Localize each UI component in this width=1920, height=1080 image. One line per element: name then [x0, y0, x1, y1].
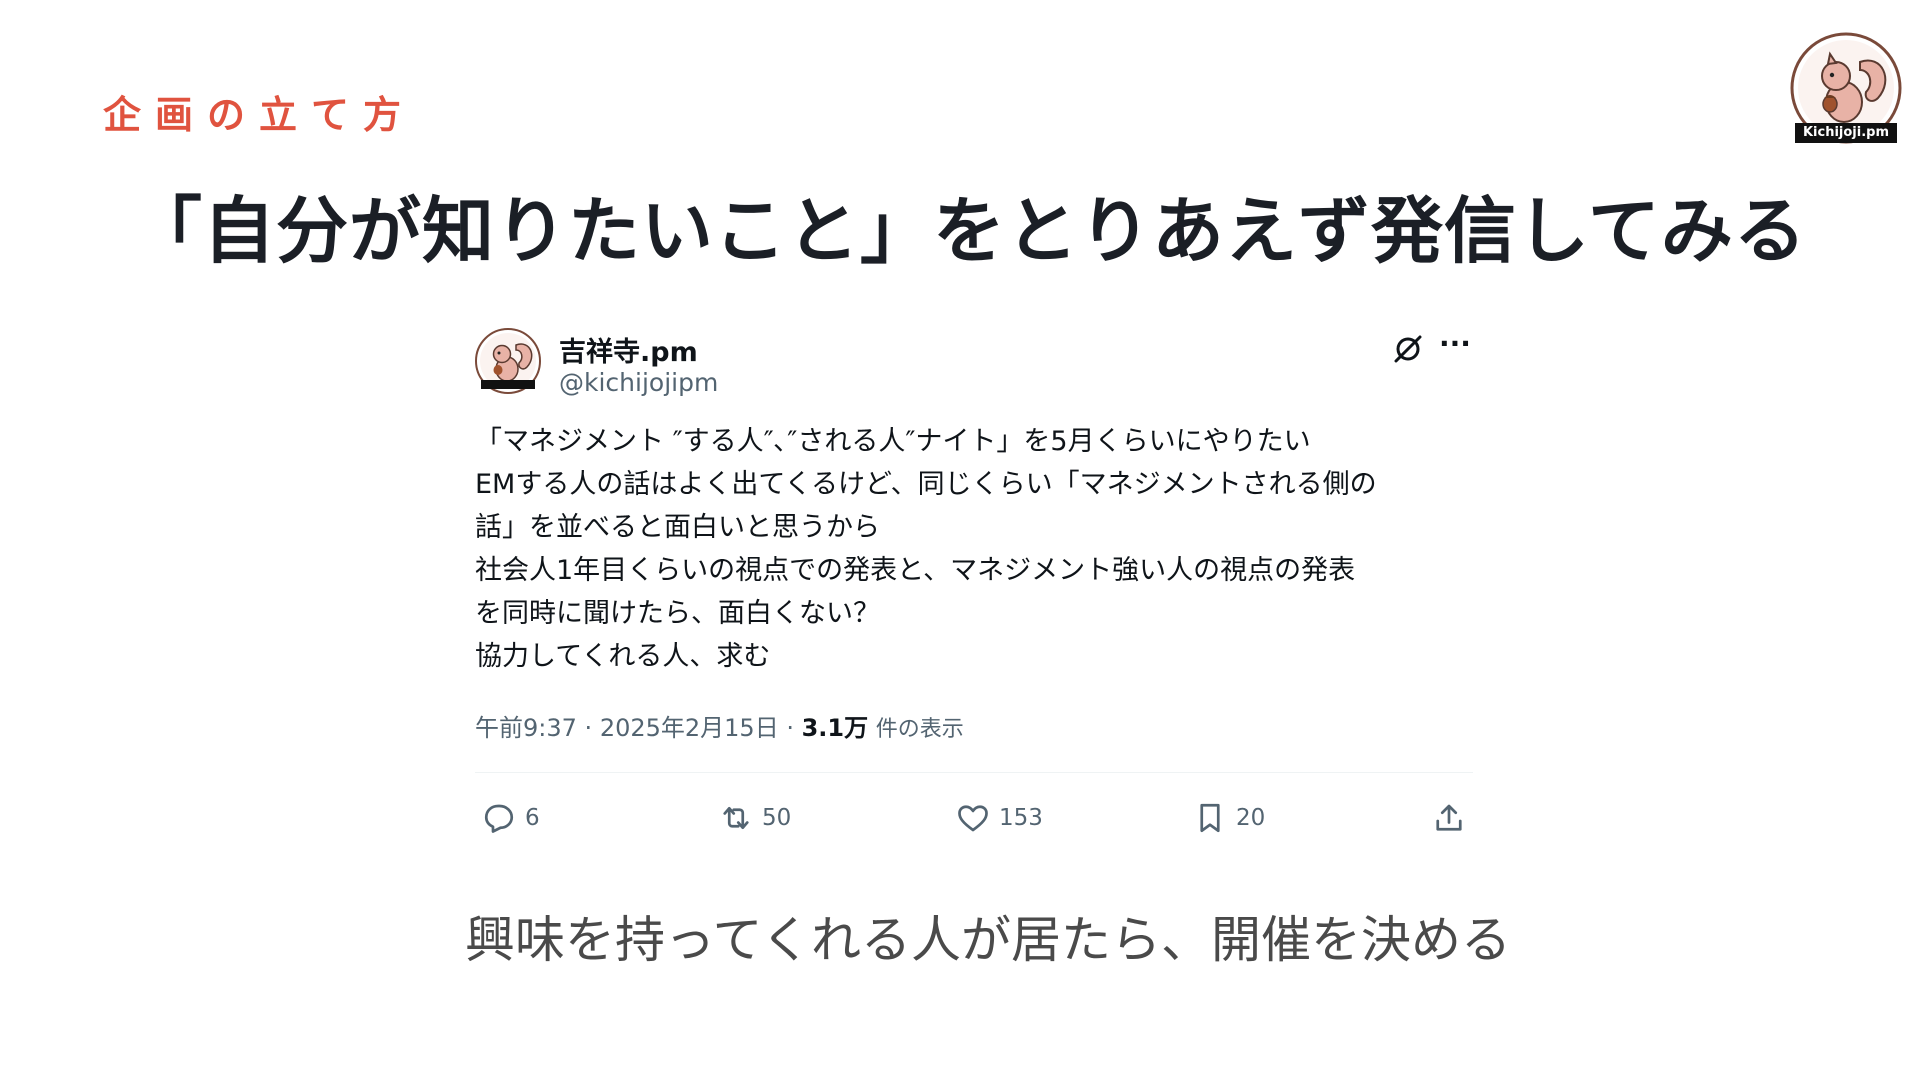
more-options-icon[interactable]: ···: [1439, 330, 1471, 364]
slide: 企画の立て方 Kichijoji.pm 「自分が知りたいこと」をとりあえず発信し…: [0, 0, 1920, 1080]
tweet-time[interactable]: 午前9:37: [475, 714, 577, 742]
views-count[interactable]: 3.1万: [802, 714, 869, 742]
share-icon: [1436, 804, 1462, 831]
tweet-card[interactable]: 吉祥寺.pm @kichijojipm ··· 「マネジメント ″する人″､″さ…: [475, 320, 1473, 850]
retweet-count: 50: [762, 805, 792, 831]
tweet-text-line: EMする人の話はよく出てくるけど、同じくらい「マネジメントされる側の: [475, 469, 1377, 500]
reply-count: 6: [525, 805, 540, 831]
like-count: 153: [999, 805, 1043, 831]
divider: [475, 772, 1473, 773]
logo-label: Kichijoji.pm: [1795, 123, 1897, 143]
page-title: 「自分が知りたいこと」をとりあえず発信してみる: [130, 189, 1807, 273]
bookmark-button[interactable]: 20: [1192, 796, 1265, 840]
heart-icon: [958, 805, 988, 832]
reply-icon: [484, 804, 514, 833]
tweet-handle[interactable]: @kichijojipm: [559, 368, 718, 397]
grok-icon[interactable]: [1390, 330, 1426, 366]
bookmark-icon: [1200, 803, 1220, 833]
squirrel-avatar-icon: [475, 328, 541, 394]
share-button[interactable]: [1431, 796, 1475, 840]
tweet-text-line: 協力してくれる人、求む: [475, 641, 771, 672]
tweet-text: 「マネジメント ″する人″､″される人″ナイト」を5月くらいにやりたい EMする…: [475, 420, 1475, 678]
retweet-button[interactable]: 50: [718, 796, 791, 840]
tweet-text-line: 話」を並べると面白いと思うから: [475, 512, 880, 543]
avatar[interactable]: [475, 328, 541, 394]
like-button[interactable]: 153: [955, 796, 1043, 840]
retweet-icon: [723, 806, 749, 830]
views-label[interactable]: 件の表示: [876, 717, 964, 742]
tweet-meta: 午前9:37 · 2025年2月15日 · 3.1万 件の表示: [475, 708, 964, 743]
tweet-text-line: 社会人1年目くらいの視点での発表と、マネジメント強い人の視点の発表: [475, 555, 1356, 586]
tweet-text-line: を同時に聞けたら、面白くない？: [475, 598, 880, 629]
reply-button[interactable]: 6: [481, 796, 540, 840]
tweet-display-name[interactable]: 吉祥寺.pm: [559, 330, 698, 369]
footer-text: 興味を持ってくれる人が居たら、開催を決める: [465, 911, 1511, 969]
meta-separator: ·: [786, 714, 802, 742]
section-label: 企画の立て方: [103, 93, 416, 137]
bookmark-count: 20: [1236, 805, 1266, 831]
tweet-date[interactable]: 2025年2月15日: [600, 714, 779, 742]
tweet-text-line: 「マネジメント ″する人″､″される人″ナイト」を5月くらいにやりたい: [475, 426, 1311, 457]
meta-separator: ·: [584, 714, 600, 742]
